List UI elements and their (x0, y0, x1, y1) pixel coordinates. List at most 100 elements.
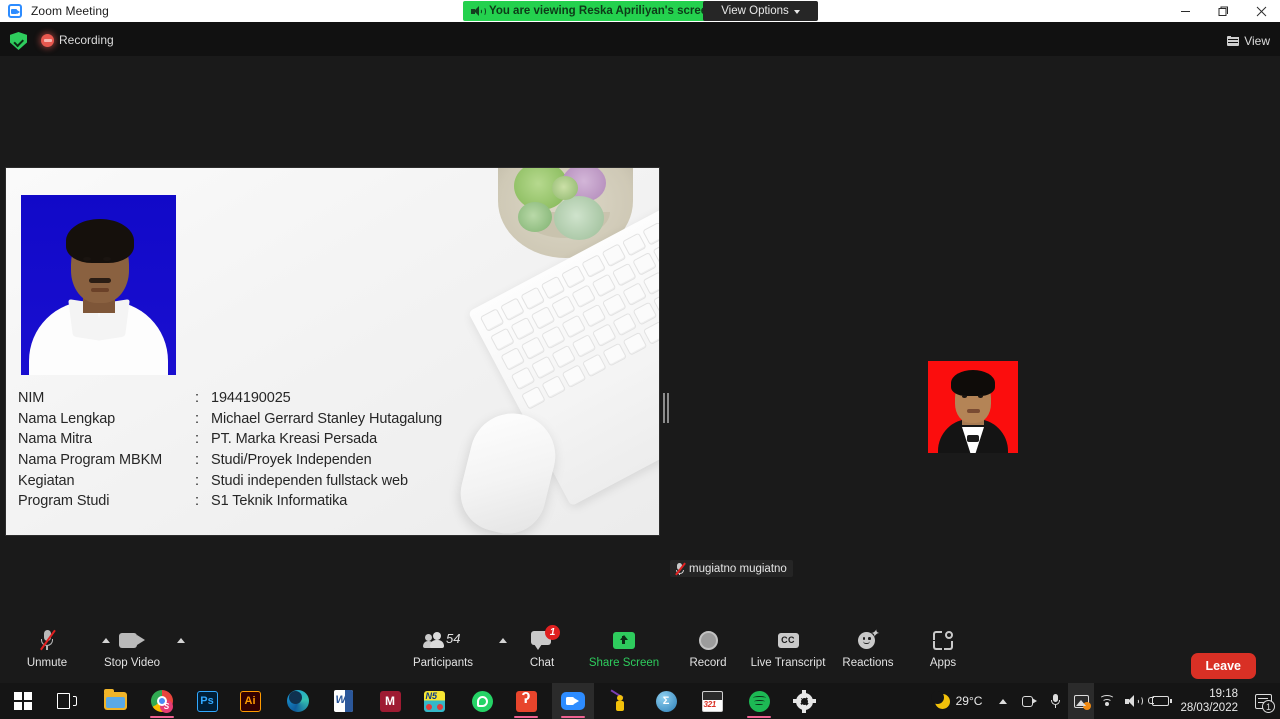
succulent-decoration (518, 202, 552, 232)
apps-label: Apps (929, 657, 957, 669)
participant-video-thumbnail[interactable] (928, 361, 1018, 453)
camera-tray-icon (1021, 695, 1037, 707)
unmute-button[interactable]: Unmute (10, 627, 110, 669)
temperature-label: 29°C (955, 694, 983, 708)
start-button[interactable] (2, 683, 44, 719)
mic-muted-icon (39, 627, 110, 653)
viewing-screen-text: You are viewing Reska Apriliyan's screen (489, 5, 715, 17)
field-label: NIM (18, 390, 45, 406)
volume-button[interactable] (1120, 683, 1146, 719)
show-hidden-icons-button[interactable] (990, 683, 1016, 719)
clock-widget[interactable]: 19:18 28/03/2022 (1172, 687, 1246, 716)
illustrator-icon: Ai (239, 690, 261, 712)
field-label: Kegiatan (18, 472, 75, 489)
field-label: Nama Program MBKM (18, 452, 163, 469)
calendar-app-button[interactable]: 321 (691, 683, 733, 719)
view-layout-button[interactable]: View (1227, 32, 1270, 49)
slide-field-row: Nama Mitra : PT. Marka Kreasi Persada (18, 431, 442, 452)
share-screen-button[interactable]: Share Screen (587, 627, 661, 669)
field-label: Program Studi (18, 493, 110, 510)
spss-button[interactable]: Σ (645, 683, 687, 719)
pdf-app-icon (515, 690, 537, 712)
notification-count: 1 (1262, 700, 1275, 713)
field-colon: : (195, 472, 200, 489)
chat-button[interactable]: 1 Chat (505, 625, 579, 669)
file-explorer-button[interactable] (94, 683, 136, 719)
screen-share-tray-button[interactable] (1068, 683, 1095, 719)
apps-bracket-icon (933, 627, 953, 653)
panel-resize-handle[interactable] (663, 393, 669, 423)
settings-button[interactable] (783, 683, 825, 719)
stop-video-label: Stop Video (103, 657, 161, 669)
notification-center-button[interactable]: 1 (1246, 683, 1280, 719)
field-value: Michael Gerrard Stanley Hutagalung (211, 410, 443, 427)
spotify-button[interactable] (738, 683, 780, 719)
unmute-label: Unmute (26, 657, 68, 669)
chevron-up-icon (999, 698, 1008, 704)
participant-name-bar: mugiatno mugiatno (670, 560, 793, 577)
chrome-badge: S (160, 700, 173, 713)
field-label: Nama Mitra (18, 431, 92, 448)
photoshop-button[interactable]: Ps (186, 683, 228, 719)
reactions-button[interactable]: ✦ Reactions (831, 627, 905, 670)
clock-date: 28/03/2022 (1180, 702, 1238, 714)
microphone-tray-button[interactable] (1042, 683, 1068, 719)
zoom-icon (561, 692, 585, 710)
meeting-toolbar: Unmute Stop Video 54 Participants 1 Chat… (0, 621, 1280, 683)
chat-bubble-icon: 1 (531, 625, 560, 653)
maximize-button[interactable] (1204, 0, 1242, 22)
succulent-decoration (554, 196, 604, 240)
record-button[interactable]: Record (671, 627, 745, 669)
whatsapp-button[interactable] (461, 683, 503, 719)
spss-sigma-icon: Σ (655, 690, 677, 712)
slide-field-row: Nama Program MBKM : Studi/Proyek Indepen… (18, 452, 442, 473)
people-icon: 54 (423, 627, 507, 653)
zoom-taskbar-button[interactable] (552, 683, 594, 719)
zoom-app-icon (8, 4, 22, 18)
window-controls (1166, 0, 1280, 22)
camera-tray-button[interactable] (1016, 683, 1042, 719)
clock-time: 19:18 (1209, 687, 1238, 700)
close-button[interactable] (1242, 0, 1280, 22)
field-colon: : (195, 410, 200, 427)
closed-caption-icon: CC (777, 627, 799, 653)
slide-field-row: Nama Lengkap : Michael Gerrard Stanley H… (18, 411, 442, 432)
wifi-icon (1099, 695, 1116, 707)
edge-icon (287, 690, 309, 712)
minimize-button[interactable] (1166, 0, 1204, 22)
word-button[interactable]: W (322, 683, 364, 719)
wifi-button[interactable] (1094, 683, 1120, 719)
weather-widget[interactable]: 29°C (927, 690, 991, 709)
chat-unread-badge: 1 (545, 625, 560, 640)
record-label: Record (689, 657, 727, 669)
figure-app-button[interactable] (599, 683, 641, 719)
mendeley-button[interactable]: M (369, 683, 411, 719)
apps-button[interactable]: Apps (906, 627, 980, 669)
slide-field-row: Kegiatan : Studi independen fullstack we… (18, 473, 442, 494)
slide-field-row: NIM : 1944190025 (18, 390, 442, 411)
leave-meeting-button[interactable]: Leave (1190, 653, 1256, 679)
view-options-label: View Options (721, 5, 789, 17)
battery-button[interactable] (1146, 683, 1173, 719)
edge-button[interactable] (277, 683, 319, 719)
battery-charging-icon (1148, 695, 1173, 707)
n5-app-icon: N5 (423, 690, 445, 712)
live-transcript-label: Live Transcript (750, 657, 826, 669)
moon-icon (930, 690, 950, 709)
participants-button[interactable]: 54 Participants (406, 627, 507, 669)
task-view-button[interactable] (46, 683, 88, 719)
chrome-icon: S (151, 690, 173, 713)
viewing-screen-banner: You are viewing Reska Apriliyan's screen (463, 1, 725, 21)
shared-screen-content[interactable]: NIM : 1944190025 Nama Lengkap : Michael … (5, 167, 660, 536)
live-transcript-button[interactable]: CC Live Transcript (751, 627, 825, 669)
meeting-stage: NIM : 1944190025 Nama Lengkap : Michael … (0, 56, 1280, 621)
pdf-app-button[interactable] (505, 683, 547, 719)
view-options-button[interactable]: View Options (703, 1, 818, 21)
n5-app-button[interactable]: N5 (413, 683, 455, 719)
stop-video-button[interactable]: Stop Video (95, 627, 185, 669)
chrome-button[interactable]: S (141, 683, 183, 719)
video-options-caret[interactable] (177, 638, 185, 643)
field-value: 1944190025 (211, 390, 291, 406)
illustrator-button[interactable]: Ai (229, 683, 271, 719)
recording-label: Recording (59, 33, 114, 47)
